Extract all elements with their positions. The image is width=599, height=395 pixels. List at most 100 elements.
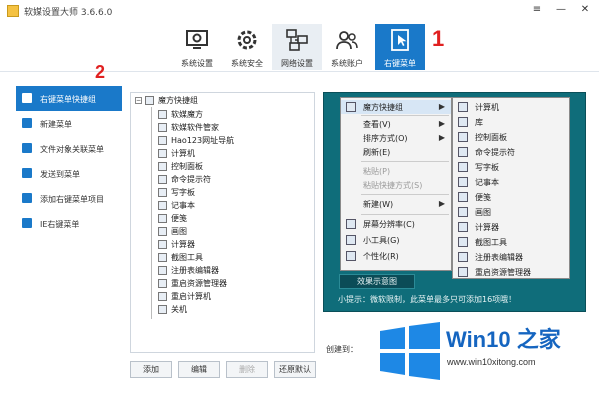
effect-preview-button[interactable]: 效果示意图 <box>339 274 415 289</box>
menu-icon[interactable]: ≡ <box>529 3 545 17</box>
arrow-right-icon: ▶ <box>438 133 445 142</box>
calculator-icon <box>158 240 167 249</box>
sidebar-item-quick-group[interactable]: 右键菜单快捷组 <box>16 86 122 111</box>
restore-default-button[interactable]: 还原默认 <box>274 361 316 378</box>
computer-icon <box>158 149 167 158</box>
minimize-icon[interactable]: — <box>553 3 569 17</box>
app-logo-icon <box>7 5 19 17</box>
new-file-icon <box>22 118 32 128</box>
submenu-item: 计算器 <box>453 220 569 234</box>
submenu-label: 重启资源管理器 <box>475 268 531 277</box>
submenu-preview: 计算机 库 控制面板 命令提示符 写字板 记事本 便笺 画图 计算器 截图工具 … <box>452 97 570 279</box>
tree-node-label: 便笺 <box>171 214 187 223</box>
submenu-item: 计算机 <box>453 100 569 114</box>
tree-node-label: 控制面板 <box>171 162 203 171</box>
annotation-number-1: 1 <box>432 26 445 51</box>
context-menu-label: 新建(W) <box>363 200 394 209</box>
tab-label: 右键菜单 <box>384 59 416 68</box>
toolbar-divider <box>0 71 599 72</box>
context-menu-label: 小工具(G) <box>363 236 400 245</box>
explorer-restart-icon <box>158 279 167 288</box>
menu-group-icon <box>145 96 154 105</box>
sidebar-item-ie-context-menu[interactable]: IE右键菜单 <box>16 211 122 236</box>
tab-label: 系统账户 <box>331 59 363 68</box>
cmd-icon <box>458 147 468 157</box>
sticky-note-icon <box>458 192 468 202</box>
delete-button[interactable]: 删除 <box>226 361 268 378</box>
sidebar-item-label: 发送到菜单 <box>40 170 80 179</box>
add-icon <box>22 193 32 203</box>
sidebar: 右键菜单快捷组 新建菜单 文件对象关联菜单 发送到菜单 添加右键菜单项目 IE右… <box>16 86 122 236</box>
arrow-right-icon: ▶ <box>438 102 445 111</box>
context-menu-label: 个性化(R) <box>363 252 399 261</box>
tree-node-label: 截图工具 <box>171 253 203 262</box>
sidebar-item-send-to[interactable]: 发送到菜单 <box>16 161 122 186</box>
submenu-item: 记事本 <box>453 175 569 189</box>
tree-node-label: 重启计算机 <box>171 292 211 301</box>
submenu-label: 记事本 <box>475 178 499 187</box>
context-menu-label: 屏幕分辨率(C) <box>363 220 415 229</box>
tab-context-menu[interactable]: 右键菜单 <box>375 24 425 70</box>
submenu-label: 便笺 <box>475 193 491 202</box>
wordpad-icon <box>458 162 468 172</box>
context-menu-item: 粘贴(P) <box>341 164 451 178</box>
tab-label: 系统安全 <box>231 59 263 68</box>
control-panel-icon <box>458 132 468 142</box>
context-menu-item: 魔方快捷组 ▶ <box>341 100 451 114</box>
menu-separator <box>361 161 449 162</box>
annotation-number-2: 2 <box>95 62 106 82</box>
context-menu-preview: 魔方快捷组 ▶ 查看(V) ▶ 排序方式(O) ▶ 刷新(E) 粘贴(P) 粘贴快捷方… <box>340 97 452 271</box>
tab-system-settings[interactable]: 系统设置 <box>172 24 222 70</box>
tree-node-label: 计算器 <box>171 240 195 249</box>
tree-node-label: 计算机 <box>171 149 195 158</box>
close-icon[interactable]: ✕ <box>577 3 593 17</box>
context-menu-label: 粘贴快捷方式(S) <box>363 181 423 190</box>
tree-node-label: 命令提示符 <box>171 175 211 184</box>
context-menu-item: 新建(W) ▶ <box>341 197 451 211</box>
submenu-item: 便笺 <box>453 190 569 204</box>
watermark-url: www.win10xitong.com <box>447 357 536 367</box>
collapse-toggle-icon[interactable]: − <box>135 97 142 104</box>
gear-icon <box>237 30 257 50</box>
menu-tree[interactable]: − 魔方快捷组 软媒魔方 软媒软件管家 Hao123网址导航 计算机 控制面板 … <box>130 92 315 353</box>
submenu-item: 注册表编辑器 <box>453 250 569 264</box>
tip-text: 小提示：微软限制，此菜单最多只可添加16项哦！ <box>338 295 517 304</box>
ie-icon <box>22 218 32 228</box>
submenu-item: 画图 <box>453 205 569 219</box>
submenu-label: 命令提示符 <box>475 148 515 157</box>
sidebar-item-new-menu[interactable]: 新建菜单 <box>16 111 122 136</box>
gadget-icon <box>346 235 356 245</box>
sidebar-item-add-context-item[interactable]: 添加右键菜单项目 <box>16 186 122 211</box>
context-menu-label: 粘贴(P) <box>363 167 391 176</box>
tab-network-settings[interactable]: 网络设置 <box>272 24 322 70</box>
tree-node-label: 软媒魔方 <box>171 110 203 119</box>
submenu-item: 写字板 <box>453 160 569 174</box>
submenu-item: 截图工具 <box>453 235 569 249</box>
app-icon <box>158 110 167 119</box>
tree-connector <box>151 107 152 319</box>
menu-separator <box>361 194 449 195</box>
add-button[interactable]: 添加 <box>130 361 172 378</box>
registry-icon <box>158 266 167 275</box>
paint-icon <box>458 207 468 217</box>
tab-system-security[interactable]: 系统安全 <box>222 24 272 70</box>
file-link-icon <box>22 143 32 153</box>
edit-button[interactable]: 编辑 <box>178 361 220 378</box>
submenu-item: 重启资源管理器 <box>453 265 569 279</box>
users-icon <box>336 31 358 50</box>
tree-node-label: 重启资源管理器 <box>171 279 227 288</box>
preview-panel: 魔方快捷组 ▶ 查看(V) ▶ 排序方式(O) ▶ 刷新(E) 粘贴(P) 粘贴快捷方… <box>323 92 586 312</box>
submenu-label: 截图工具 <box>475 238 507 247</box>
sidebar-item-file-association[interactable]: 文件对象关联菜单 <box>16 136 122 161</box>
notepad-icon <box>158 201 167 210</box>
cursor-icon <box>391 29 409 51</box>
sidebar-item-label: 添加右键菜单项目 <box>40 195 104 204</box>
create-to-label: 创建到： <box>326 345 358 354</box>
tab-system-accounts[interactable]: 系统账户 <box>322 24 372 70</box>
sidebar-item-label: 新建菜单 <box>40 120 72 129</box>
monitor-icon <box>346 219 356 229</box>
menu-separator <box>361 115 449 116</box>
context-menu-item: 屏幕分辨率(C) <box>341 217 451 231</box>
explorer-restart-icon <box>458 267 468 277</box>
registry-icon <box>458 252 468 262</box>
